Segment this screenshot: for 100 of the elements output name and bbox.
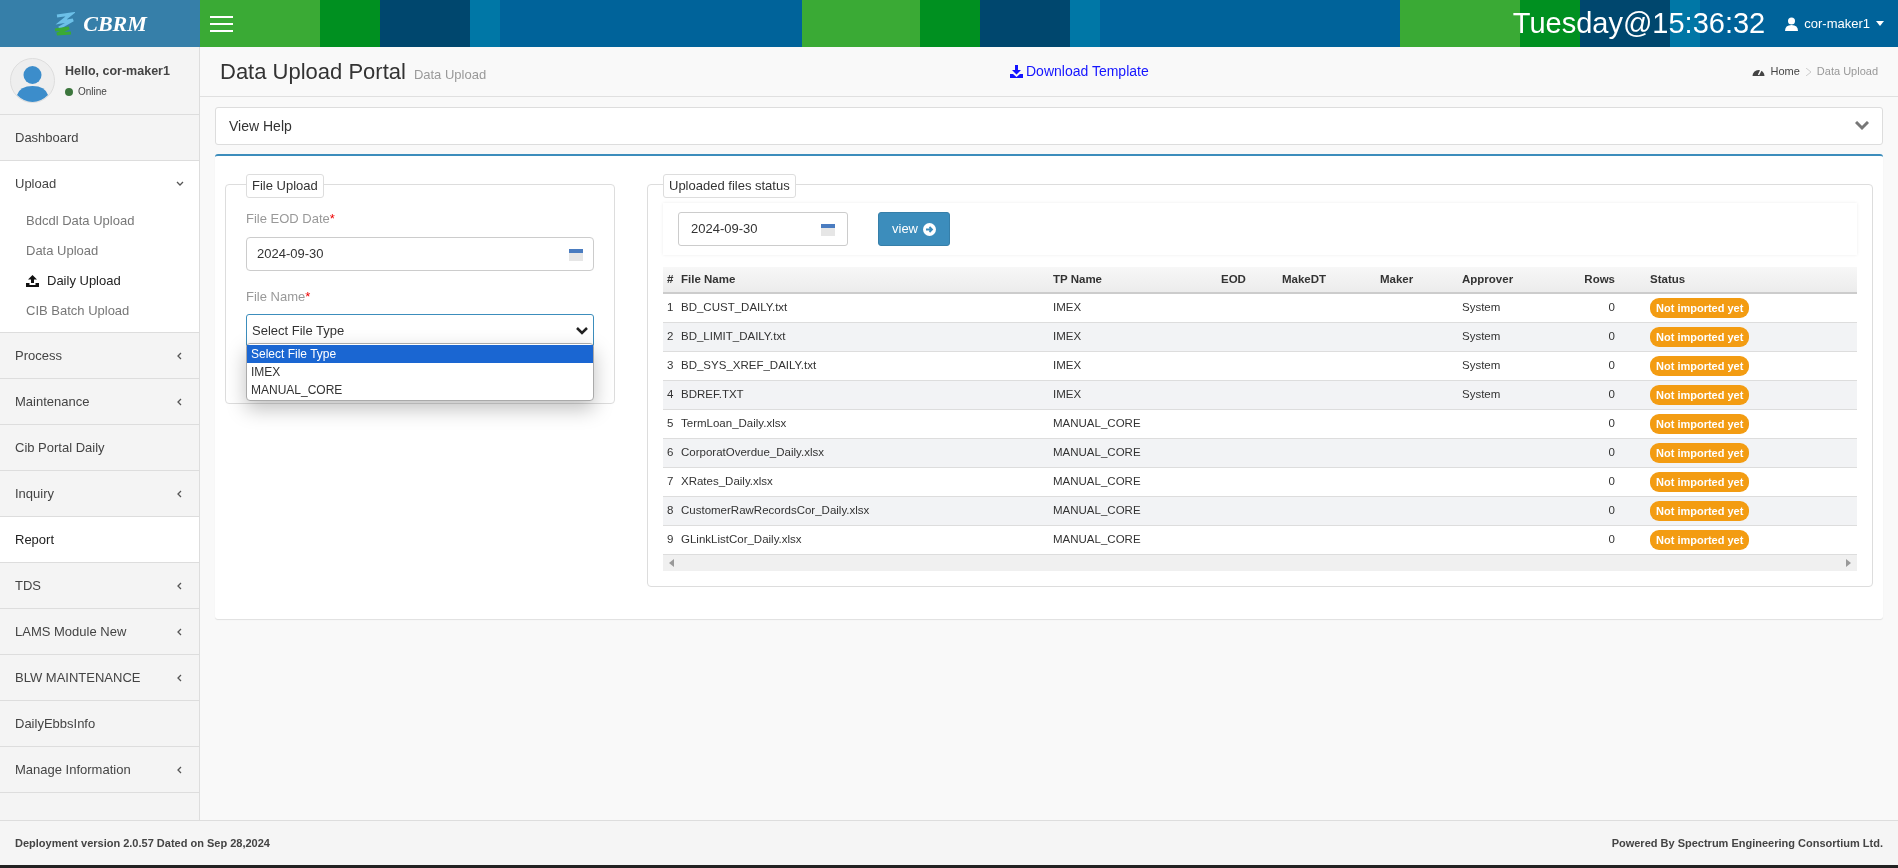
table-cell: BD_SYS_XREF_DAILY.txt (681, 359, 817, 372)
status-badge: Not imported yet (1650, 471, 1750, 493)
status-badge: Not imported yet (1650, 529, 1750, 551)
view-help-panel[interactable]: View Help (215, 107, 1883, 145)
view-button[interactable]: view (878, 212, 950, 246)
footer-text: Powered By Spectrum Engineering Consortium Ltd. (1611, 835, 1883, 851)
greeting-text: Hello, cor-maker1 (65, 62, 170, 80)
arrow-right-icon (923, 222, 936, 236)
table-cell: System (1462, 330, 1501, 343)
table-cell: CustomerRawRecordsCor_Daily.xlsx (681, 504, 870, 517)
chevron-left-icon (176, 765, 184, 774)
table-cell: BD_LIMIT_DAILY.txt (681, 330, 786, 343)
chevron-left-icon (176, 627, 184, 636)
fieldset-legend: Uploaded files status (663, 174, 796, 198)
table-cell: 0 (1608, 359, 1615, 372)
date-field[interactable]: 2024-09-30 (246, 236, 594, 271)
table-cell: CorporatOverdue_Daily.xlsx (681, 446, 824, 459)
calendar-icon (821, 222, 835, 236)
column-header: Rows (1584, 272, 1615, 285)
table-cell: 6 (667, 446, 674, 459)
column-header: MakeDT (1282, 272, 1327, 285)
field-label: File Name* (246, 288, 311, 304)
column-header: Maker (1380, 272, 1414, 285)
table-cell: 0 (1608, 475, 1615, 488)
sidebar-item[interactable]: BLW MAINTENANCE (0, 655, 199, 700)
sidebar-item[interactable]: DailyEbbsInfo (0, 701, 199, 746)
table-cell: MANUAL_CORE (1053, 504, 1141, 517)
sidebar-item[interactable]: LAMS Module New (0, 609, 199, 654)
sidebar-item[interactable]: Cib Portal Daily (0, 425, 199, 470)
date-field[interactable]: 2024-09-30 (678, 212, 848, 246)
table-cell: XRates_Daily.xlsx (681, 475, 773, 488)
sidebar-item[interactable]: Process (0, 333, 199, 378)
table-cell: 0 (1608, 330, 1615, 343)
upload-icon (26, 275, 39, 287)
scroll-left-icon[interactable] (669, 559, 674, 567)
table-cell: System (1462, 359, 1501, 372)
table-cell: System (1462, 388, 1501, 401)
caret-icon (1876, 21, 1884, 26)
table-cell: BDREF.TXT (681, 388, 744, 401)
chevron-left-icon (176, 397, 184, 406)
breadcrumb-link[interactable]: Home (1770, 63, 1800, 80)
column-header: # (667, 272, 674, 285)
sidebar-item[interactable]: Inquiry (0, 471, 199, 516)
table-cell: 0 (1608, 446, 1615, 459)
chevron-down-icon (176, 179, 184, 188)
table-cell: TermLoan_Daily.xlsx (681, 417, 787, 430)
sidebar-item[interactable]: TDS (0, 563, 199, 608)
table-cell: 0 (1608, 504, 1615, 517)
sidebar-item[interactable]: Dashboard (0, 115, 199, 160)
table-cell: 5 (667, 417, 674, 430)
breadcrumb-current: Data Upload (1816, 64, 1878, 80)
field-label: File EOD Date* (246, 211, 335, 226)
status-badge: Not imported yet (1650, 297, 1750, 319)
submenu-item[interactable]: Data Upload (0, 236, 199, 266)
table-cell: MANUAL_CORE (1053, 417, 1141, 430)
calendar-icon (569, 246, 583, 261)
table-cell: 3 (667, 359, 674, 372)
submenu-item[interactable]: Daily Upload (0, 266, 199, 296)
dropdown-option[interactable]: Select File Type (247, 345, 593, 363)
status-badge: Not imported yet (1650, 442, 1750, 464)
horizontal-scrollbar[interactable] (663, 555, 1857, 571)
status-badge: Not imported yet (1650, 500, 1750, 522)
table-cell: 9 (667, 533, 674, 546)
page-subtitle: Data Upload (413, 65, 487, 84)
status-badge: Not imported yet (1650, 384, 1750, 406)
scroll-right-icon[interactable] (1846, 559, 1851, 567)
sidebar-item[interactable]: Maintenance (0, 379, 199, 424)
table-cell: IMEX (1053, 388, 1082, 401)
column-header: Approver (1462, 272, 1514, 285)
column-header: File Name (681, 272, 736, 285)
status-text: Online (78, 85, 107, 100)
table-cell: 0 (1608, 388, 1615, 401)
sidebar-item[interactable]: Report (0, 517, 199, 562)
column-header: EOD (1221, 272, 1246, 285)
chevron-left-icon (176, 351, 184, 360)
chevron-down-icon (1855, 121, 1869, 131)
chevron-left-icon (176, 673, 184, 682)
logo-text: CBRM (83, 10, 147, 38)
dropdown-option[interactable]: MANUAL_CORE (247, 381, 593, 399)
submenu-item[interactable]: CIB Batch Upload (0, 296, 199, 326)
column-header: TP Name (1053, 272, 1102, 285)
fieldset-legend: File Upload (246, 174, 324, 198)
dropdown-option[interactable]: IMEX (247, 363, 593, 381)
page-title: Data Upload Portal (220, 58, 406, 86)
download-template-link[interactable]: Download Template (1010, 61, 1149, 82)
breadcrumb-separator-icon (1805, 67, 1811, 76)
status-badge: Not imported yet (1650, 355, 1750, 377)
table-cell: MANUAL_CORE (1053, 446, 1141, 459)
status-badge: Not imported yet (1650, 326, 1750, 348)
menu-toggle-button[interactable] (210, 13, 234, 34)
sidebar-item[interactable]: Upload (0, 161, 199, 206)
submenu-item[interactable]: Bdcdl Data Upload (0, 206, 199, 236)
table-cell: 4 (667, 388, 674, 401)
table-cell: MANUAL_CORE (1053, 533, 1141, 546)
table-cell: GLinkListCor_Daily.xlsx (681, 533, 802, 546)
table-cell: IMEX (1053, 359, 1082, 372)
sidebar-item[interactable]: Manage Information (0, 747, 199, 792)
table-cell: 7 (667, 475, 674, 488)
table-cell: MANUAL_CORE (1053, 475, 1141, 488)
table-cell: 8 (667, 504, 674, 517)
